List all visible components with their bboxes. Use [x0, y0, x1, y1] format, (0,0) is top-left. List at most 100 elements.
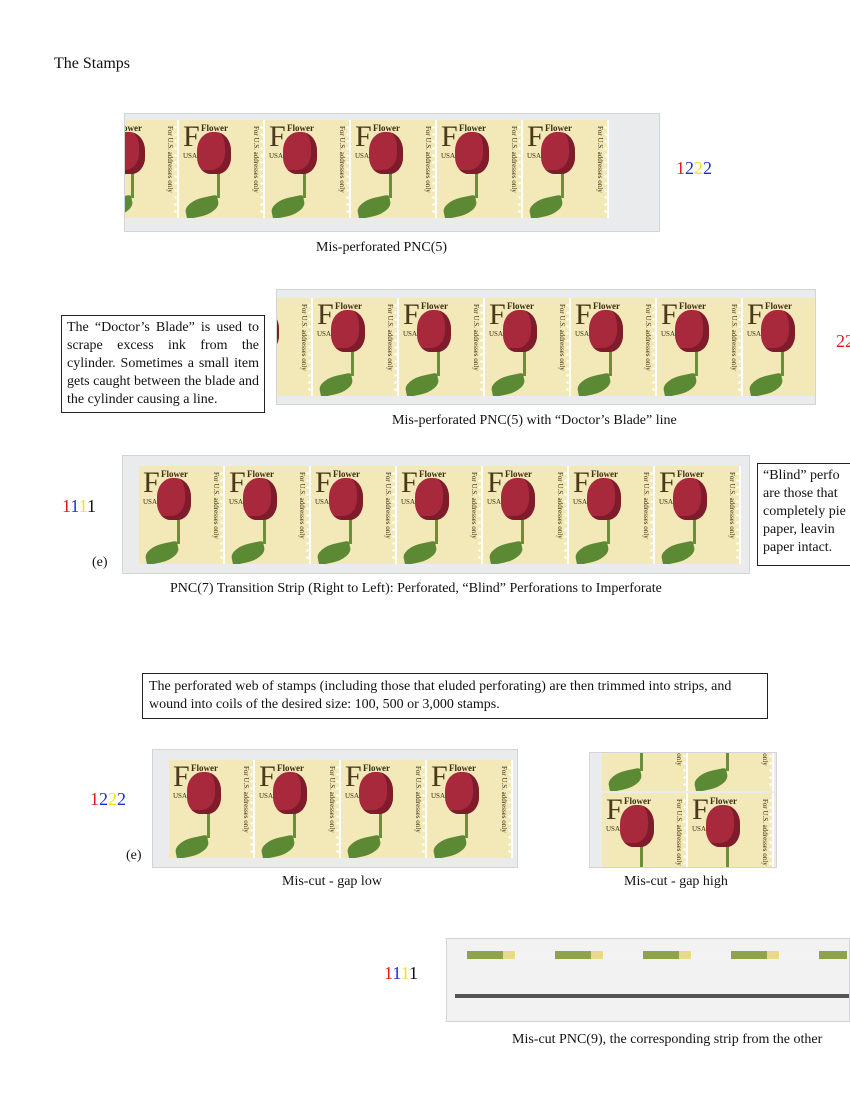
perforation — [650, 470, 653, 560]
flower-stamp: FFlowerUSAFor U.S. addresses only — [688, 753, 774, 791]
stamp-denomination: F — [355, 120, 372, 153]
caption-doctors-blade: Mis-perforated PNC(5) with “Doctor’s Bla… — [392, 413, 677, 428]
stem-graphic — [781, 348, 784, 376]
digit-blue: 1 — [70, 496, 79, 516]
stamp-strip-transition: F Flower USA For U.S. addresses only F Flower… — [122, 455, 750, 574]
note-line: completely pie — [763, 504, 846, 519]
stamp-side-text: For U.S. addresses only — [596, 126, 604, 193]
flower-stamp: FFlowerUSAFor U.S. addresses only — [657, 298, 743, 396]
stamp-country: USA — [315, 498, 330, 506]
stamp-label: Flower — [191, 763, 218, 773]
stamp-label: Flower — [593, 301, 620, 311]
leaf-graphic — [125, 194, 135, 218]
tulip-graphic — [283, 132, 317, 174]
tulip-graphic — [197, 132, 231, 174]
stamp-denomination: F — [489, 298, 506, 331]
tulip-graphic — [359, 772, 393, 814]
stem-graphic — [131, 170, 134, 198]
stamp-denomination: F — [401, 466, 418, 499]
stem-graphic — [475, 170, 478, 198]
e-note: (e) — [126, 848, 142, 863]
flower-stamp: FFlowerUSAFor U.S. addresses only — [485, 298, 571, 396]
stamp-side-text: For U.S. addresses only — [730, 304, 738, 371]
perforation — [518, 124, 521, 214]
leaf-graphic — [229, 540, 267, 564]
stem-graphic — [351, 348, 354, 376]
leaf-graphic — [345, 834, 383, 858]
flower-stamp: FFlowerUSAFor U.S. addresses only — [483, 466, 569, 564]
stem-graphic — [465, 810, 468, 838]
leaf-graphic — [317, 372, 355, 396]
stamp-side-text: For U.S. addresses only — [728, 472, 736, 539]
stem-graphic — [561, 170, 564, 198]
flower-stamp: FFlowerUSAFor U.S. addresses only — [179, 120, 265, 218]
stamp-label: Flower — [765, 301, 792, 311]
stamp-country: USA — [317, 330, 332, 338]
plate-number: 1222 — [676, 158, 712, 179]
flower-stamp: FFlowerUSAFor U.S. addresses only — [427, 760, 513, 858]
tulip-graphic — [445, 772, 479, 814]
leaf-graphic — [183, 194, 221, 218]
stamp-side-text: For U.S. addresses only — [386, 304, 394, 371]
stamp-country: USA — [606, 825, 621, 833]
digit-blue: 2 — [99, 789, 108, 809]
stamp-label: Flower — [201, 123, 228, 133]
stamp-denomination: F — [527, 120, 544, 153]
tulip-graphic — [503, 310, 537, 352]
doctors-blade-note: The “Doctor’s Blade” is used to scrape e… — [61, 315, 265, 413]
perforation — [422, 764, 425, 854]
perforation — [508, 764, 511, 854]
flower-stamp: FFlowerUSAFor U.S. addresses only — [225, 466, 311, 564]
stamp-country: USA — [345, 792, 360, 800]
tulip-graphic — [417, 310, 451, 352]
stamp-side-text: For U.S. addresses only — [166, 126, 174, 193]
stamps-row: FFlowerUSAFor U.S. addresses onlyFFlower… — [602, 753, 774, 791]
stamp-country: USA — [575, 330, 590, 338]
perforation — [220, 470, 223, 560]
perforation — [480, 302, 483, 392]
stamp-country: USA — [173, 792, 188, 800]
flower-stamp: FFlowerUSAFor U.S. addresses only — [569, 466, 655, 564]
stamp-strip-doctors-blade: FFlowerUSAFor U.S. addresses onlyFFlower… — [276, 289, 816, 405]
stamp-denomination: F — [659, 466, 676, 499]
plate-number: 1111 — [384, 963, 418, 984]
stem-graphic — [389, 170, 392, 198]
stamp-side-text: For U.S. addresses only — [558, 304, 566, 371]
leaf-graphic — [259, 834, 297, 858]
stem-graphic — [293, 810, 296, 838]
digit-blue: 2 — [703, 158, 712, 178]
stem-graphic — [607, 516, 610, 544]
tulip-graphic — [501, 478, 535, 520]
stamp-label: Flower — [419, 469, 446, 479]
perforation — [736, 470, 739, 560]
flower-stamp: FFlowerUSAFor U.S. addresses only — [688, 793, 774, 867]
tulip-graphic — [673, 478, 707, 520]
tulip-graphic — [589, 310, 623, 352]
digit-red: 1 — [676, 158, 685, 178]
note-line: paper, leavin — [763, 522, 835, 537]
flower-stamp: FFlowerUSAFor U.S. addresses only — [399, 298, 485, 396]
stem-graphic — [435, 516, 438, 544]
stamp-country: USA — [431, 792, 446, 800]
stamps-row: FFlowerUSAFor U.S. addresses onlyFFlower… — [139, 466, 741, 564]
stamp-denomination: F — [229, 466, 246, 499]
leaf-graphic — [659, 540, 697, 564]
flower-stamp: FFlowerUSAFor U.S. addresses only — [277, 298, 313, 396]
flower-stamp: FFlowerUSAFor U.S. addresses only — [602, 753, 688, 791]
tulip-graphic — [243, 478, 277, 520]
stamp-country: USA — [183, 152, 198, 160]
digit-yellow: 2 — [694, 158, 703, 178]
stamp-denomination: F — [173, 760, 190, 793]
leaf-graphic — [269, 194, 307, 218]
caption-gap-high: Mis-cut - gap high — [624, 874, 728, 889]
stamp-label: Flower — [459, 123, 486, 133]
stamp-country: USA — [487, 498, 502, 506]
stamp-denomination: F — [345, 760, 362, 793]
stem-graphic — [207, 810, 210, 838]
perforation — [769, 753, 772, 787]
perforation — [308, 302, 311, 392]
perforation — [604, 124, 607, 214]
perforation — [174, 124, 177, 214]
perforation — [683, 797, 686, 867]
stamp-label: Flower — [677, 469, 704, 479]
